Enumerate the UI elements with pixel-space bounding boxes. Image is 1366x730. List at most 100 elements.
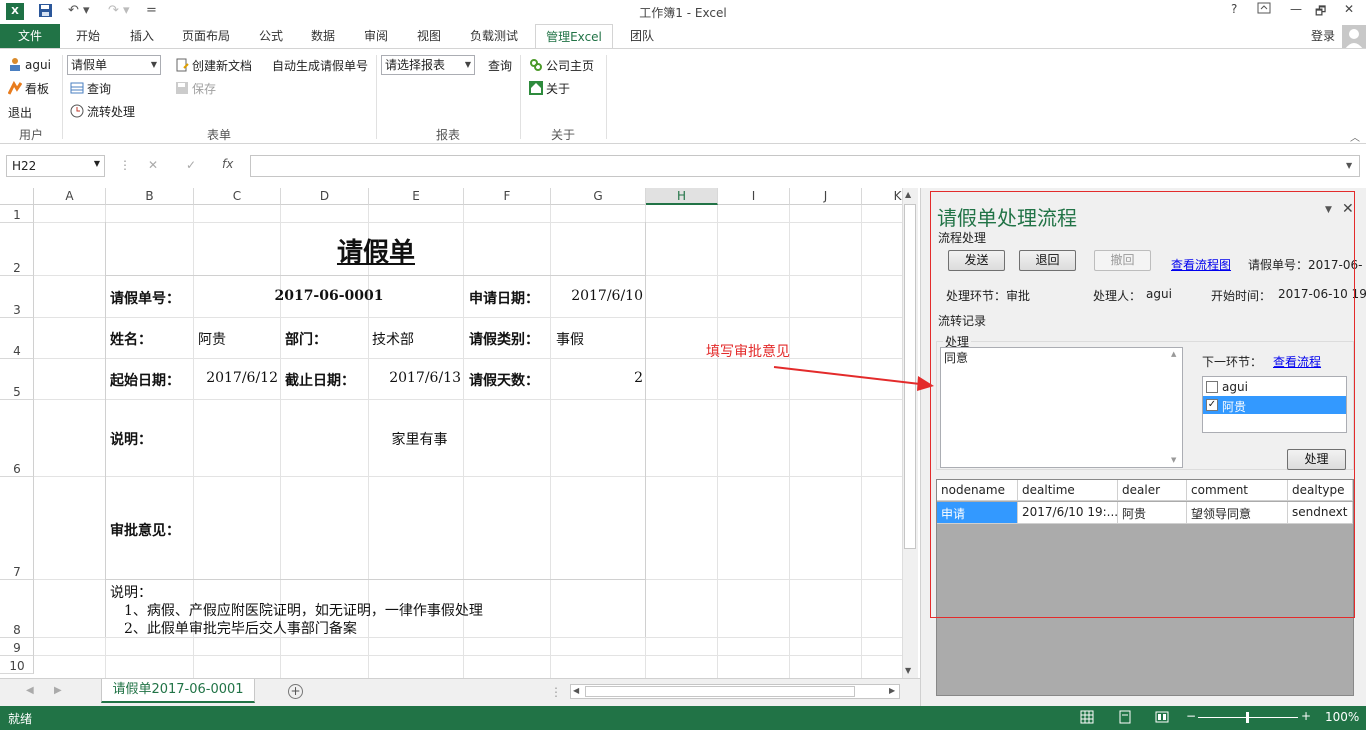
form-query-button[interactable]: 查询 [70,80,111,97]
column-header[interactable]: B [106,188,194,205]
dashboard-icon [7,80,23,95]
zoom-level[interactable]: 100% [1325,710,1359,724]
days-value[interactable]: 2 [551,370,643,386]
report-select-value: 请选择报表 [385,58,446,72]
reason-value[interactable]: 家里有事 [194,429,645,449]
worksheet[interactable]: A B C D E F G H I J K 1 2 3 4 5 6 7 8 9 … [0,188,902,678]
form-select-value: 请假单 [71,58,108,72]
homepage-button[interactable]: 公司主页 [529,57,594,74]
name-value[interactable]: 阿贵 [198,329,226,349]
clock-icon [70,104,84,118]
tab-team[interactable]: 团队 [620,24,664,49]
scroll-up-icon[interactable]: ▲ [905,190,911,199]
column-header-selected[interactable]: H [646,188,718,205]
column-header[interactable]: K [862,188,902,205]
ribbon-display-options-icon[interactable] [1257,2,1271,17]
row-header[interactable]: 3 [0,276,34,318]
column-header[interactable]: I [718,188,790,205]
next-sheet-icon[interactable]: ▶ [54,685,62,696]
row-header[interactable]: 10 [0,656,34,674]
page-break-view-icon[interactable] [1155,710,1169,727]
scroll-down-icon[interactable]: ▼ [905,666,911,675]
dept-value[interactable]: 技术部 [372,329,414,349]
page-layout-view-icon[interactable] [1118,710,1132,727]
splitter-handle[interactable]: ⋮ [550,685,562,699]
row-header[interactable]: 9 [0,638,34,656]
column-header[interactable]: A [34,188,106,205]
login-link[interactable]: 登录 [1300,24,1346,49]
hscroll-thumb[interactable] [585,686,855,697]
prev-sheet-icon[interactable]: ◀ [26,685,34,696]
report-select[interactable]: 请选择报表 ▼ [381,55,475,75]
start-date-value[interactable]: 2017/6/12 [194,370,278,386]
select-all-corner[interactable] [0,188,34,205]
column-header[interactable]: G [551,188,646,205]
column-header[interactable]: F [464,188,551,205]
formula-input[interactable] [250,155,1360,177]
highlight-box [930,191,1355,618]
minimize-button[interactable]: — [1290,2,1302,16]
tab-data[interactable]: 数据 [302,24,344,49]
create-doc-button[interactable]: 创建新文档 [175,57,252,74]
column-header[interactable]: D [281,188,369,205]
tab-manage-excel[interactable]: 管理Excel [535,24,613,49]
logout-button[interactable]: 退出 [8,104,32,121]
user-button[interactable]: agui [8,57,51,72]
row-header[interactable]: 5 [0,359,34,400]
sheet-tab-bar: ◀ ▶ 请假单2017-06-0001 + ⋮ ◀ ▶ [0,678,920,706]
cancel-icon[interactable]: ✕ [148,158,158,172]
row-header[interactable]: 8 [0,580,34,638]
form-query-label: 查询 [87,82,112,96]
horizontal-scrollbar[interactable]: ◀ ▶ [570,684,900,699]
column-header[interactable]: J [790,188,862,205]
tab-file[interactable]: 文件 [0,24,60,49]
row-header[interactable]: 2 [0,223,34,276]
auto-generate-button[interactable]: 自动生成请假单号 [272,57,368,74]
save-doc-button[interactable]: 保存 [175,80,216,97]
collapse-ribbon-icon[interactable]: ︿ [1350,129,1360,144]
home-icon [529,81,543,95]
avatar[interactable] [1342,25,1366,49]
report-query-button[interactable]: 查询 [488,57,512,74]
apply-date-value[interactable]: 2017/6/10 [551,288,643,304]
dashboard-label: 看板 [25,82,50,96]
close-button[interactable]: ✕ [1344,2,1354,16]
tab-formulas[interactable]: 公式 [250,24,292,49]
normal-view-icon[interactable] [1080,710,1094,727]
form-border [105,275,646,276]
expand-formula-icon[interactable]: ▼ [1346,161,1352,170]
zoom-slider-thumb[interactable] [1246,712,1249,723]
leave-type-value[interactable]: 事假 [556,329,584,349]
row-header[interactable]: 6 [0,400,34,477]
insert-function-icon[interactable]: fx [222,157,233,171]
column-header[interactable]: C [194,188,281,205]
tab-page-layout[interactable]: 页面布局 [172,24,240,49]
column-header[interactable]: E [369,188,464,205]
scroll-left-icon[interactable]: ◀ [573,686,579,695]
zoom-in-button[interactable]: + [1301,709,1311,723]
row-header[interactable]: 1 [0,205,34,223]
dashboard-button[interactable]: 看板 [7,80,50,97]
form-select[interactable]: 请假单 ▼ [67,55,161,75]
flow-process-button[interactable]: 流转处理 [70,103,135,120]
sheet-tab[interactable]: 请假单2017-06-0001 [101,679,255,703]
tab-home[interactable]: 开始 [66,24,110,49]
leave-no-value[interactable]: 2017-06-0001 [194,288,464,304]
vertical-scrollbar[interactable]: ▲ ▼ [902,188,918,678]
end-date-label: 截止日期： [285,373,355,389]
tab-load-test[interactable]: 负载测试 [461,24,527,49]
help-button[interactable]: ? [1231,2,1237,16]
row-header[interactable]: 7 [0,477,34,580]
name-box[interactable]: H22 ▼ [6,155,105,177]
restore-button[interactable]: 🗗 [1315,2,1326,23]
add-sheet-icon[interactable]: + [288,684,303,699]
zoom-out-button[interactable]: − [1186,709,1196,723]
enter-icon[interactable]: ✓ [186,158,196,172]
end-date-value[interactable]: 2017/6/13 [369,370,461,386]
tab-review[interactable]: 审阅 [355,24,397,49]
tab-view[interactable]: 视图 [408,24,450,49]
about-button[interactable]: 关于 [529,80,570,97]
row-header[interactable]: 4 [0,318,34,359]
scroll-right-icon[interactable]: ▶ [889,686,895,695]
tab-insert[interactable]: 插入 [120,24,164,49]
